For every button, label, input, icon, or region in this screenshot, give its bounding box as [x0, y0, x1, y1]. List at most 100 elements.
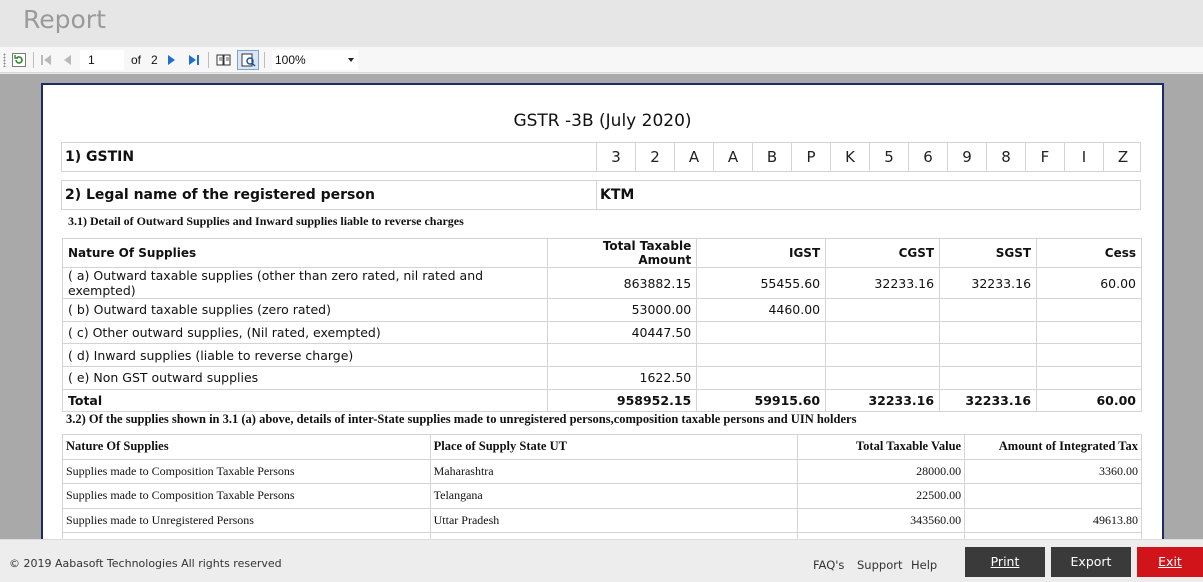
table-cell: Total [61, 388, 549, 413]
table-cell: 863882.15 [547, 267, 698, 299]
page-number-input[interactable]: 1 [80, 50, 124, 70]
export-button[interactable]: Export [1051, 547, 1131, 577]
gstin-char: 2 [635, 143, 674, 171]
gstin-label: 1) GSTIN [65, 149, 135, 165]
total-pages: 2 [151, 53, 158, 67]
zoom-select[interactable]: 100% [272, 50, 358, 70]
table-cell: ( c) Other outward supplies, (Nil rated,… [61, 320, 549, 345]
section-32-title: 3.2) Of the supplies shown in 3.1 (a) ab… [66, 412, 857, 426]
inter-state-supplies-table: Nature Of Supplies Place of Supply State… [62, 434, 1142, 539]
table-cell: 49613.80 [964, 507, 1142, 533]
table-row: Supplies made to Composition Taxable Per… [62, 458, 1142, 484]
support-link[interactable]: Support [857, 558, 902, 572]
title-bar: Report [0, 0, 1203, 47]
table-cell: Telangana [429, 483, 799, 509]
report-viewer[interactable]: GSTR -3B (July 2020) 1) GSTIN 3 2 A A B … [0, 74, 1203, 539]
table-cell: ( a) Outward taxable supplies (other tha… [61, 267, 549, 299]
table-row: ( c) Other outward supplies, (Nil rated,… [61, 320, 1142, 345]
table-header-row: Nature Of Supplies Place of Supply State… [62, 434, 1142, 460]
gstin-char: F [1025, 143, 1064, 171]
table-cell: 32233.16 [825, 388, 941, 413]
previous-page-icon[interactable] [60, 50, 76, 70]
table-cell: 4460.00 [696, 298, 827, 322]
table-cell: ( e) Non GST outward supplies [61, 366, 549, 390]
table-row: Supplies made to Unregistered Persons Ut… [62, 507, 1142, 533]
chevron-down-icon [348, 58, 354, 62]
first-page-icon[interactable] [38, 50, 54, 70]
table-header-row: Nature Of Supplies Total Taxable Amount … [61, 238, 1142, 268]
column-header: Total Taxable Value [797, 434, 966, 460]
table-cell: 22500.00 [797, 483, 966, 509]
table-cell: Supplies made to Unregistered Persons [62, 507, 431, 533]
column-header: Place of Supply State UT [429, 434, 799, 460]
table-cell: 32233.16 [939, 267, 1038, 299]
table-cell [964, 483, 1142, 509]
column-header: Total Taxable Amount [547, 238, 698, 268]
table-cell: 55455.60 [696, 267, 827, 299]
column-header: SGST [939, 238, 1038, 268]
total-row: Total 958952.15 59915.60 32233.16 32233.… [61, 388, 1142, 413]
print-button-label: Print [990, 554, 1020, 569]
table-cell: 59915.60 [696, 388, 827, 413]
print-button[interactable]: Print [965, 547, 1045, 577]
table-cell [825, 298, 941, 322]
gstin-char: 5 [869, 143, 908, 171]
next-page-icon[interactable] [163, 50, 179, 70]
table-row: ( a) Outward taxable supplies (other tha… [61, 267, 1142, 299]
toolbar-separator [264, 52, 265, 68]
export-button-label: Export [1070, 554, 1112, 569]
table-cell [1036, 320, 1142, 345]
table-cell [939, 343, 1038, 368]
column-header: Nature Of Supplies [62, 434, 431, 460]
window-title: Report [23, 5, 106, 34]
gstin-char: A [713, 143, 752, 171]
gstin-char: B [752, 143, 791, 171]
table-cell: 53000.00 [547, 298, 698, 322]
table-cell [825, 320, 941, 345]
exit-button[interactable]: Exit [1137, 547, 1203, 577]
table-cell: 958952.15 [547, 388, 698, 413]
toolbar-grip[interactable] [3, 53, 6, 67]
column-header: Cess [1036, 238, 1142, 268]
gstin-row: 1) GSTIN 3 2 A A B P K 5 6 9 8 F I Z [61, 142, 1141, 172]
gstin-char: Z [1103, 143, 1142, 171]
column-header: Nature Of Supplies [61, 238, 549, 268]
table-cell: Supplies made to Composition Taxable Per… [62, 458, 431, 484]
help-link[interactable]: Help [911, 558, 937, 572]
table-cell: Uttar Pradesh [429, 507, 799, 533]
table-cell: 343560.00 [797, 507, 966, 533]
table-row: Supplies made to Composition Taxable Per… [62, 483, 1142, 509]
table-cell: Maharashtra [429, 458, 799, 484]
gstin-char: I [1064, 143, 1103, 171]
footer: © 2019 Aabasoft Technologies All rights … [0, 539, 1203, 582]
print-layout-icon[interactable] [237, 50, 259, 70]
table-row: ( d) Inward supplies (liable to reverse … [61, 343, 1142, 368]
table-cell [696, 343, 827, 368]
faq-link[interactable]: FAQ's [813, 558, 844, 572]
gstin-char: P [791, 143, 830, 171]
table-cell: 40447.50 [547, 320, 698, 345]
table-cell [825, 366, 941, 390]
table-row: ( e) Non GST outward supplies 1622.50 [61, 366, 1142, 390]
table-cell: 60.00 [1036, 388, 1142, 413]
legal-name-row: 2) Legal name of the registered person K… [61, 180, 1141, 210]
last-page-icon[interactable] [185, 50, 203, 70]
report-title: GSTR -3B (July 2020) [513, 111, 692, 131]
table-cell: 1622.50 [547, 366, 698, 390]
table-cell: ( d) Inward supplies (liable to reverse … [61, 343, 549, 368]
toolbar-separator [33, 52, 34, 68]
document-map-icon[interactable] [214, 50, 234, 70]
gstin-char: 9 [947, 143, 986, 171]
of-label: of [131, 53, 142, 67]
table-row: ( b) Outward taxable supplies (zero rate… [61, 298, 1142, 322]
column-header: Amount of Integrated Tax [964, 434, 1142, 460]
table-cell: 28000.00 [797, 458, 966, 484]
table-cell: 60.00 [1036, 267, 1142, 299]
gstin-char: A [674, 143, 713, 171]
table-cell: 3360.00 [964, 458, 1142, 484]
refresh-icon[interactable] [10, 50, 28, 70]
table-cell: ( b) Outward taxable supplies (zero rate… [61, 298, 549, 322]
gstin-char: 3 [596, 143, 635, 171]
table-cell: Supplies made to Composition Taxable Per… [62, 483, 431, 509]
table-cell [1036, 298, 1142, 322]
